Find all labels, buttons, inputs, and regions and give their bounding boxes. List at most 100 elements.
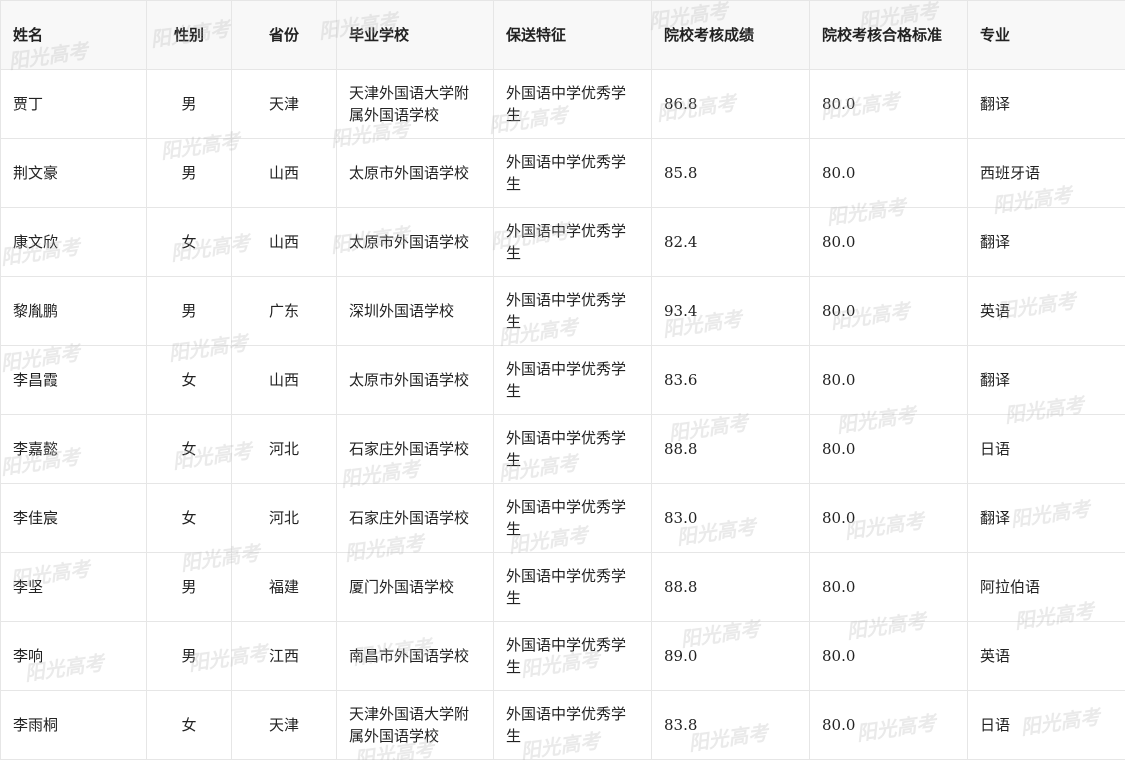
cell-school: 深圳外国语学校 (336, 276, 494, 346)
table-row: 李嘉懿女河北 石家庄外国语学校 外国语中学优秀学生 88.8 80.0 日语 (0, 414, 1125, 484)
cell-province: 天津 (231, 69, 337, 139)
cell-school: 太原市外国语学校 (336, 138, 494, 208)
cell-province: 天津 (231, 690, 337, 760)
cell-feature: 外国语中学优秀学生 (493, 345, 652, 415)
cell-score: 93.4 (651, 276, 810, 346)
header-feature: 保送特征 (493, 0, 652, 70)
cell-feature: 外国语中学优秀学生 (493, 483, 652, 553)
cell-pass-standard: 80.0 (809, 690, 968, 760)
cell-province: 广东 (231, 276, 337, 346)
cell-feature: 外国语中学优秀学生 (493, 138, 652, 208)
table-row: 黎胤鹏男广东 深圳外国语学校 外国语中学优秀学生 93.4 80.0 英语 (0, 276, 1125, 346)
cell-major: 日语 (967, 690, 1125, 760)
cell-school: 石家庄外国语学校 (336, 414, 494, 484)
table-row: 贾丁男天津 天津外国语大学附属外国语学校 外国语中学优秀学生 86.8 80.0 翻译 (0, 69, 1125, 139)
header-gender: 性别 (146, 0, 232, 70)
cell-name: 荆文豪 (0, 138, 147, 208)
cell-name: 黎胤鹏 (0, 276, 147, 346)
cell-province: 河北 (231, 414, 337, 484)
cell-name: 贾丁 (0, 69, 147, 139)
cell-province: 福建 (231, 552, 337, 622)
cell-name: 康文欣 (0, 207, 147, 277)
cell-gender: 女 (146, 690, 232, 760)
cell-feature: 外国语中学优秀学生 (493, 414, 652, 484)
table-row: 康文欣女山西 太原市外国语学校 外国语中学优秀学生 82.4 80.0 翻译 (0, 207, 1125, 277)
cell-school: 太原市外国语学校 (336, 345, 494, 415)
header-school: 毕业学校 (336, 0, 494, 70)
cell-province: 河北 (231, 483, 337, 553)
cell-province: 江西 (231, 621, 337, 691)
cell-feature: 外国语中学优秀学生 (493, 207, 652, 277)
cell-score: 82.4 (651, 207, 810, 277)
cell-name: 李雨桐 (0, 690, 147, 760)
header-row: 姓名 性别 省份 毕业学校 保送特征 院校考核成绩 院校考核合格标准 专业 (0, 0, 1125, 70)
cell-gender: 女 (146, 414, 232, 484)
cell-province: 山西 (231, 138, 337, 208)
cell-school: 天津外国语大学附属外国语学校 (336, 690, 494, 760)
cell-pass-standard: 80.0 (809, 138, 968, 208)
cell-school: 厦门外国语学校 (336, 552, 494, 622)
admission-table-container: 姓名 性别 省份 毕业学校 保送特征 院校考核成绩 院校考核合格标准 专业 贾丁… (0, 0, 1125, 760)
header-major: 专业 (967, 0, 1125, 70)
cell-name: 李佳宸 (0, 483, 147, 553)
cell-major: 英语 (967, 276, 1125, 346)
table-row: 李响男江西 南昌市外国语学校 外国语中学优秀学生 89.0 80.0 英语 (0, 621, 1125, 691)
table-row: 李雨桐女天津 天津外国语大学附属外国语学校 外国语中学优秀学生 83.8 80.0 日语 (0, 690, 1125, 760)
cell-gender: 男 (146, 276, 232, 346)
cell-pass-standard: 80.0 (809, 69, 968, 139)
header-score: 院校考核成绩 (651, 0, 810, 70)
cell-major: 日语 (967, 414, 1125, 484)
header-name: 姓名 (0, 0, 147, 70)
cell-major: 翻译 (967, 69, 1125, 139)
cell-pass-standard: 80.0 (809, 621, 968, 691)
cell-feature: 外国语中学优秀学生 (493, 276, 652, 346)
cell-name: 李嘉懿 (0, 414, 147, 484)
cell-major: 翻译 (967, 483, 1125, 553)
cell-gender: 男 (146, 552, 232, 622)
cell-score: 89.0 (651, 621, 810, 691)
cell-major: 阿拉伯语 (967, 552, 1125, 622)
cell-name: 李坚 (0, 552, 147, 622)
cell-gender: 女 (146, 207, 232, 277)
cell-score: 88.8 (651, 414, 810, 484)
cell-feature: 外国语中学优秀学生 (493, 69, 652, 139)
cell-gender: 男 (146, 69, 232, 139)
admission-results-table: 姓名 性别 省份 毕业学校 保送特征 院校考核成绩 院校考核合格标准 专业 贾丁… (0, 0, 1125, 760)
cell-pass-standard: 80.0 (809, 414, 968, 484)
cell-gender: 男 (146, 138, 232, 208)
cell-pass-standard: 80.0 (809, 483, 968, 553)
table-row: 荆文豪男山西 太原市外国语学校 外国语中学优秀学生 85.8 80.0 西班牙语 (0, 138, 1125, 208)
cell-province: 山西 (231, 345, 337, 415)
cell-score: 83.0 (651, 483, 810, 553)
cell-major: 翻译 (967, 345, 1125, 415)
table-header: 姓名 性别 省份 毕业学校 保送特征 院校考核成绩 院校考核合格标准 专业 (0, 0, 1125, 70)
header-province: 省份 (231, 0, 337, 70)
cell-feature: 外国语中学优秀学生 (493, 690, 652, 760)
cell-score: 85.8 (651, 138, 810, 208)
cell-feature: 外国语中学优秀学生 (493, 552, 652, 622)
cell-pass-standard: 80.0 (809, 345, 968, 415)
header-pass-standard: 院校考核合格标准 (809, 0, 968, 70)
cell-school: 石家庄外国语学校 (336, 483, 494, 553)
cell-pass-standard: 80.0 (809, 207, 968, 277)
cell-province: 山西 (231, 207, 337, 277)
cell-gender: 女 (146, 345, 232, 415)
cell-school: 天津外国语大学附属外国语学校 (336, 69, 494, 139)
cell-score: 83.8 (651, 690, 810, 760)
table-row: 李佳宸女河北 石家庄外国语学校 外国语中学优秀学生 83.0 80.0 翻译 (0, 483, 1125, 553)
cell-name: 李响 (0, 621, 147, 691)
cell-feature: 外国语中学优秀学生 (493, 621, 652, 691)
table-row: 李坚男福建 厦门外国语学校 外国语中学优秀学生 88.8 80.0 阿拉伯语 (0, 552, 1125, 622)
cell-major: 西班牙语 (967, 138, 1125, 208)
cell-name: 李昌霞 (0, 345, 147, 415)
cell-pass-standard: 80.0 (809, 552, 968, 622)
cell-score: 86.8 (651, 69, 810, 139)
cell-major: 翻译 (967, 207, 1125, 277)
cell-gender: 男 (146, 621, 232, 691)
cell-score: 83.6 (651, 345, 810, 415)
cell-score: 88.8 (651, 552, 810, 622)
cell-school: 南昌市外国语学校 (336, 621, 494, 691)
table-body: 贾丁男天津 天津外国语大学附属外国语学校 外国语中学优秀学生 86.8 80.0 翻译 荆文… (0, 69, 1125, 760)
cell-school: 太原市外国语学校 (336, 207, 494, 277)
cell-pass-standard: 80.0 (809, 276, 968, 346)
